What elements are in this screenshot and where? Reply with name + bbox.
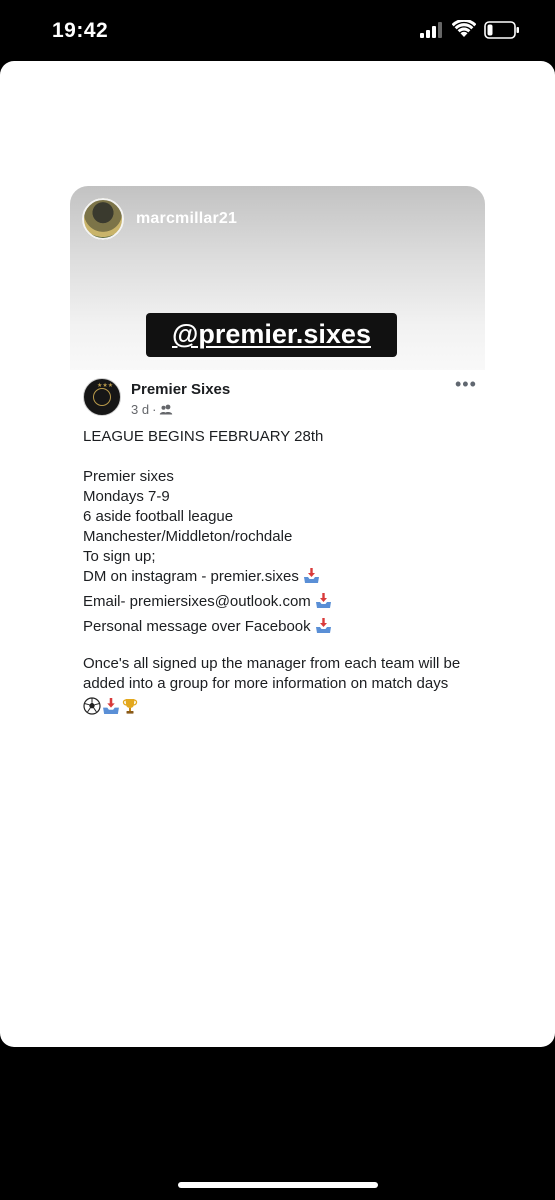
post-line-headline: LEAGUE BEGINS FEBRUARY 28th bbox=[83, 428, 324, 445]
post-line: Mondays 7-9 bbox=[83, 488, 170, 505]
meta-separator: · bbox=[152, 402, 157, 417]
story-username[interactable]: marcmillar21 bbox=[136, 210, 237, 228]
mention-sticker[interactable]: @premier.sixes bbox=[146, 313, 397, 357]
status-bar: 19:42 bbox=[0, 0, 555, 62]
post-line: 6 aside football league bbox=[83, 508, 234, 525]
shared-story-card[interactable]: marcmillar21 @premier.sixes ★★★ Premier … bbox=[70, 186, 485, 734]
post-line-facebook: Personal message over Facebook bbox=[83, 617, 478, 642]
page-name[interactable]: Premier Sixes bbox=[131, 381, 230, 398]
post-line: added into a group for more information … bbox=[83, 675, 449, 692]
inbox-tray-icon bbox=[315, 593, 331, 608]
mention-text: @premier.sixes bbox=[172, 319, 371, 349]
emoji-row bbox=[83, 696, 478, 718]
story-user-avatar[interactable] bbox=[82, 198, 124, 240]
post-line: To sign up; bbox=[83, 548, 156, 565]
page-avatar[interactable]: ★★★ bbox=[83, 378, 121, 416]
battery-icon bbox=[484, 21, 519, 39]
inbox-tray-icon bbox=[303, 568, 319, 583]
post-line-dm: DM on instagram - premier.sixes bbox=[83, 567, 478, 592]
post-line-email: Email- premiersixes@outlook.com bbox=[83, 592, 478, 617]
post-line: Once's all signed up the manager from ea… bbox=[83, 655, 461, 672]
post-line: Manchester/Middleton/rochdale bbox=[83, 528, 293, 545]
status-time: 19:42 bbox=[52, 19, 109, 42]
wifi-icon bbox=[452, 20, 476, 37]
post-meta: 3 d · bbox=[131, 402, 173, 417]
friends-icon bbox=[160, 404, 173, 415]
inbox-tray-icon bbox=[315, 618, 331, 633]
post-line: Premier sixes bbox=[83, 468, 174, 485]
inbox-tray-icon bbox=[103, 698, 119, 714]
home-indicator[interactable] bbox=[178, 1182, 378, 1188]
post-body: LEAGUE BEGINS FEBRUARY 28th Premier sixe… bbox=[83, 427, 478, 718]
cellular-signal-icon bbox=[420, 22, 442, 38]
post-time: 3 d bbox=[131, 402, 150, 417]
soccer-ball-icon bbox=[83, 697, 101, 715]
more-options-icon[interactable]: ••• bbox=[455, 375, 477, 393]
trophy-icon bbox=[122, 699, 138, 714]
embedded-facebook-post: ★★★ Premier Sixes 3 d · ••• LEAGUE BEGIN… bbox=[70, 370, 485, 734]
